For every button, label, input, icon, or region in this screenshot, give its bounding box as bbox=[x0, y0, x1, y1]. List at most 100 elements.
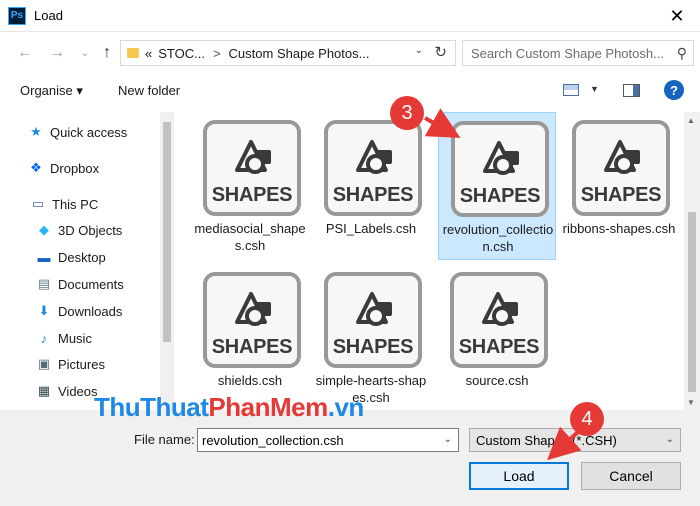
address-segment-custom-shape[interactable]: Custom Shape Photos... bbox=[229, 46, 370, 61]
scrollbar-thumb[interactable] bbox=[163, 122, 171, 342]
chevron-down-icon[interactable]: ⌄ bbox=[444, 434, 452, 445]
watermark: ThuThuatPhanMem.vn bbox=[94, 392, 364, 423]
step-4-badge: 4 bbox=[570, 402, 604, 436]
address-separator: > bbox=[212, 45, 221, 61]
shape-glyph-icon bbox=[235, 292, 271, 326]
file-tile[interactable]: SHAPES simple-hearts-shapes.csh bbox=[312, 264, 430, 410]
shape-glyph-icon bbox=[483, 141, 519, 175]
scroll-up-icon[interactable]: ▲ bbox=[687, 116, 695, 125]
sidebar-item-label: Dropbox bbox=[50, 160, 100, 176]
shapes-file-icon: SHAPES bbox=[203, 272, 301, 368]
file-tile[interactable]: SHAPES PSI_Labels.csh bbox=[312, 112, 430, 260]
file-tile[interactable]: SHAPES ribbons-shapes.csh bbox=[560, 112, 678, 260]
navigation-bar: ← → ⌄ ↑ « STOC... > Custom Shape Photos.… bbox=[0, 36, 700, 70]
file-name-input[interactable]: revolution_collection.csh ⌄ bbox=[197, 428, 459, 452]
sidebar-item[interactable]: ▬ Desktop bbox=[36, 249, 106, 265]
shapes-file-icon: SHAPES bbox=[324, 272, 422, 368]
watermark-part1: ThuThuat bbox=[94, 392, 209, 422]
step-3-badge: 3 bbox=[390, 96, 424, 130]
sidebar-item[interactable]: ❖ Dropbox bbox=[28, 160, 99, 176]
shapes-label: SHAPES bbox=[211, 336, 293, 358]
refresh-icon[interactable]: ↻ bbox=[434, 43, 447, 61]
file-list: SHAPES mediasocial_shapes.csh SHAPES PSI_La… bbox=[176, 112, 684, 410]
navigation-pane-scrollbar[interactable] bbox=[160, 112, 174, 410]
sidebar-item-label: Pictures bbox=[58, 356, 105, 372]
dropbox-icon: ❖ bbox=[30, 160, 42, 175]
title-bar: Ps Load ✕ bbox=[0, 0, 700, 32]
video-icon: ▦ bbox=[37, 383, 51, 398]
address-segment-stock[interactable]: STOC... bbox=[158, 46, 205, 61]
shapes-file-icon: SHAPES bbox=[324, 120, 422, 216]
file-tile[interactable]: SHAPES mediasocial_shapes.csh bbox=[191, 112, 309, 260]
arrow-up-icon: ↑ bbox=[103, 44, 111, 61]
sidebar-item[interactable]: ▣ Pictures bbox=[36, 356, 105, 372]
organise-button[interactable]: Organise ▾ bbox=[20, 83, 83, 99]
sidebar-item[interactable]: ♪ Music bbox=[36, 330, 92, 346]
shape-glyph-icon bbox=[356, 292, 392, 326]
search-input[interactable]: Search Custom Shape Photosh... ⚲ bbox=[462, 40, 694, 66]
back-button[interactable]: ← bbox=[12, 40, 38, 66]
file-tile[interactable]: SHAPES source.csh bbox=[438, 264, 556, 410]
file-tile[interactable]: SHAPES shields.csh bbox=[191, 264, 309, 410]
sidebar-item[interactable]: ★ Quick access bbox=[28, 124, 127, 140]
file-name: shields.csh bbox=[217, 373, 283, 388]
file-tile[interactable]: SHAPES revolution_collection.csh bbox=[438, 112, 556, 260]
file-list-scrollbar[interactable]: ▲ ▼ bbox=[684, 112, 700, 410]
shapes-file-icon: SHAPES bbox=[451, 121, 549, 217]
arrow-right-icon: → bbox=[49, 44, 65, 61]
address-overflow[interactable]: « bbox=[145, 46, 152, 61]
shape-glyph-icon bbox=[482, 292, 518, 326]
file-name: source.csh bbox=[465, 373, 529, 388]
file-name-value: revolution_collection.csh bbox=[202, 432, 344, 448]
sidebar-item[interactable]: ▤ Documents bbox=[36, 276, 124, 292]
preview-pane-icon[interactable] bbox=[623, 84, 640, 97]
cube-icon: ◆ bbox=[39, 222, 49, 237]
cancel-button[interactable]: Cancel bbox=[581, 462, 681, 490]
shapes-file-icon: SHAPES bbox=[572, 120, 670, 216]
file-name-label: File name: bbox=[134, 432, 195, 447]
forward-button[interactable]: → bbox=[44, 40, 70, 66]
file-name: PSI_Labels.csh bbox=[325, 221, 417, 236]
scroll-down-icon[interactable]: ▼ bbox=[687, 398, 695, 407]
sidebar-item[interactable]: ▦ Videos bbox=[36, 383, 98, 399]
computer-icon: ▭ bbox=[31, 196, 45, 211]
chevron-down-icon: ⌄ bbox=[665, 434, 674, 445]
view-options-icon[interactable] bbox=[563, 84, 579, 96]
close-button[interactable]: ✕ bbox=[654, 0, 700, 32]
shapes-label: SHAPES bbox=[332, 336, 414, 358]
toolbar: Organise ▾ New folder ▼ ? bbox=[0, 76, 700, 106]
file-name: mediasocial_shapes.csh bbox=[194, 221, 306, 253]
scrollbar-thumb[interactable] bbox=[688, 212, 696, 392]
new-folder-button[interactable]: New folder bbox=[118, 83, 180, 98]
sidebar-item-label: Desktop bbox=[58, 249, 106, 265]
download-icon: ⬇ bbox=[38, 303, 50, 318]
shapes-label: SHAPES bbox=[459, 185, 541, 207]
arrow-left-icon: ← bbox=[17, 44, 33, 61]
sidebar-item-label: This PC bbox=[52, 196, 99, 212]
load-button[interactable]: Load bbox=[469, 462, 569, 490]
sidebar-item[interactable]: ◆ 3D Objects bbox=[36, 222, 122, 238]
shapes-label: SHAPES bbox=[211, 184, 293, 206]
watermark-part2: PhanMem bbox=[208, 392, 328, 422]
sidebar-item[interactable]: ⬇ Downloads bbox=[36, 303, 123, 319]
search-placeholder: Search Custom Shape Photosh... bbox=[471, 45, 664, 61]
star-icon: ★ bbox=[30, 124, 42, 139]
chevron-down-icon: ⌄ bbox=[80, 47, 90, 59]
file-name: revolution_collection.csh bbox=[442, 222, 554, 254]
sidebar-item-label: Music bbox=[58, 330, 92, 346]
up-button[interactable]: ↑ bbox=[94, 40, 120, 66]
sidebar-item-label: Videos bbox=[58, 383, 98, 399]
desktop-icon: ▬ bbox=[37, 249, 51, 265]
shape-glyph-icon bbox=[604, 140, 640, 174]
shape-glyph-icon bbox=[356, 140, 392, 174]
view-dropdown-icon[interactable]: ▼ bbox=[590, 84, 599, 94]
sidebar-item-label: Quick access bbox=[50, 124, 128, 140]
address-bar[interactable]: « STOC... > Custom Shape Photos... ⌄ ↻ bbox=[120, 40, 456, 66]
document-icon: ▤ bbox=[37, 276, 51, 291]
watermark-part3: .vn bbox=[327, 392, 365, 422]
address-dropdown-icon[interactable]: ⌄ bbox=[415, 45, 423, 56]
help-button[interactable]: ? bbox=[664, 80, 684, 100]
shapes-label: SHAPES bbox=[458, 336, 540, 358]
photoshop-app-icon: Ps bbox=[8, 6, 26, 25]
sidebar-item[interactable]: ▭ This PC bbox=[30, 196, 98, 212]
